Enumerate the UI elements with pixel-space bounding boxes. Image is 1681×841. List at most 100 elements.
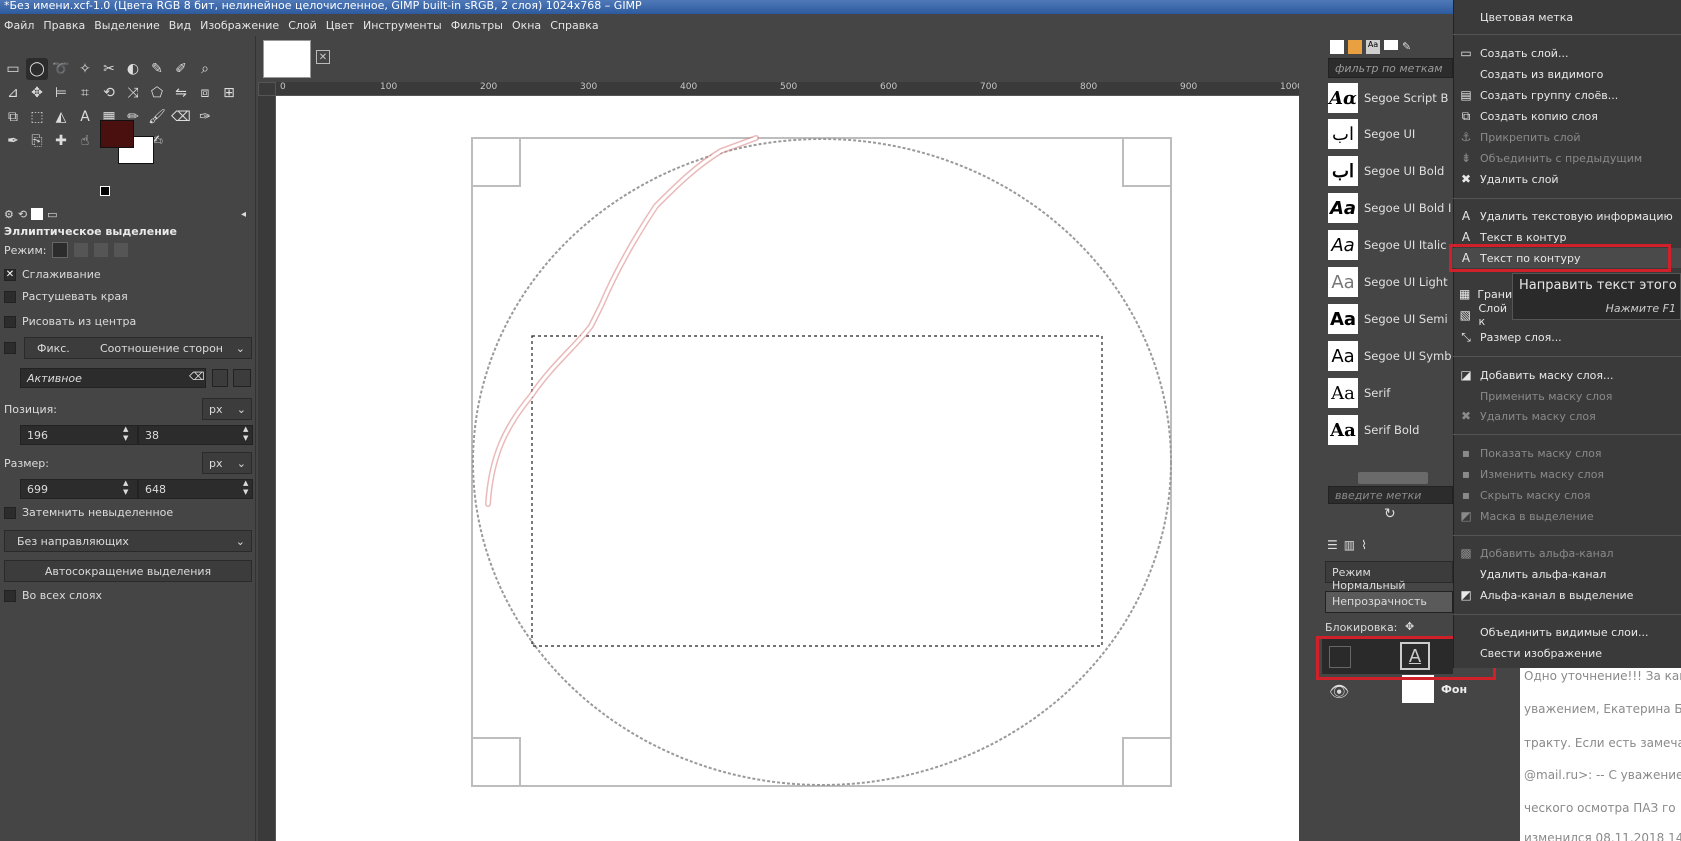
eye-icon[interactable]: 👁 <box>1329 682 1349 701</box>
font-list-scrollbar[interactable] <box>1358 472 1428 484</box>
menu-layer[interactable]: Слой <box>288 19 317 32</box>
transform-icon[interactable]: ⟲ <box>98 82 120 104</box>
from-center-checkbox[interactable] <box>4 315 16 328</box>
font-row[interactable]: اب Segoe UI <box>1328 117 1453 151</box>
mail-line[interactable]: изменился 08.11.2018 14:28 <box>1524 831 1681 841</box>
refresh-icon[interactable]: ↻ <box>1384 506 1396 522</box>
guides-combo[interactable]: Без направляющих ⌄ <box>4 530 252 552</box>
mail-line[interactable]: ческого осмотра ПАЗ го <box>1524 801 1681 815</box>
ruler-corner-icon[interactable] <box>258 82 276 96</box>
menu-apply-layer-mask[interactable]: Применить маску слоя <box>1453 386 1681 406</box>
paths-icon[interactable]: ✎ <box>146 58 168 80</box>
close-image-icon[interactable]: ✕ <box>316 50 330 64</box>
menu-layer-size[interactable]: ⤡ Размер слоя... <box>1453 327 1681 347</box>
flip-icon[interactable]: ⇋ <box>170 82 192 104</box>
size-width-input[interactable]: 699 <box>20 479 138 499</box>
pattern-tab-icon[interactable] <box>1348 40 1362 54</box>
font-row[interactable]: Aa Serif Bold <box>1328 413 1453 447</box>
position-x-input[interactable]: 196 <box>20 425 138 445</box>
undo-history-tab-icon[interactable]: ⟲ <box>18 208 27 221</box>
ink-icon[interactable]: ✒ <box>2 130 24 152</box>
mail-line[interactable]: @mail.ru>: -- С уважением, М <box>1524 768 1681 782</box>
menu-alpha-to-selection[interactable]: ◩ Альфа-канал в выделение <box>1453 585 1681 605</box>
fuzzy-select-icon[interactable]: ✧ <box>74 58 96 80</box>
menu-discard-text-info[interactable]: A Удалить текстовую информацию <box>1453 206 1681 226</box>
move-icon[interactable]: ✥ <box>26 82 48 104</box>
menu-flatten-image[interactable]: Свести изображение <box>1453 643 1681 663</box>
tool-preset-icon[interactable]: ✎ <box>1402 40 1411 54</box>
menu-merge-visible[interactable]: Объединить видимые слои... <box>1453 622 1681 642</box>
antialias-checkbox[interactable]: ✕ <box>4 268 16 281</box>
fixed-ratio-combo[interactable]: Фикс. Соотношение сторон ⌄ <box>24 337 252 359</box>
crop-icon[interactable]: ⌗ <box>74 82 96 104</box>
image-thumbnail[interactable] <box>263 40 311 78</box>
menu-layer-to-image-size[interactable]: ▧ Слой к <box>1453 302 1513 328</box>
clone-icon[interactable]: ⎘ <box>26 130 48 152</box>
spin-arrows-icon[interactable]: ▲ ▼ <box>123 425 128 443</box>
foreground-select-icon[interactable]: ◐ <box>122 58 144 80</box>
paintbrush-icon[interactable]: 🖌 <box>146 106 168 128</box>
channels-tab-icon[interactable]: ▥ <box>1344 538 1355 552</box>
font-tags-input[interactable]: введите метки <box>1328 486 1453 504</box>
menu-delete-layer[interactable]: ✖ Удалить слой <box>1453 169 1681 189</box>
menu-disable-layer-mask[interactable]: ▪ Скрыть маску слоя <box>1453 485 1681 505</box>
menu-edit-layer-mask[interactable]: ▪ Изменить маску слоя <box>1453 464 1681 484</box>
perspective-icon[interactable]: ⧈ <box>194 82 216 104</box>
size-unit-combo[interactable]: px ⌄ <box>202 452 252 474</box>
font-row[interactable]: Aa Segoe UI Italic <box>1328 228 1453 262</box>
paste-icon[interactable] <box>212 369 228 387</box>
text-tool-icon[interactable]: A <box>74 106 96 128</box>
docs-tab-icon[interactable] <box>1384 40 1398 50</box>
rect-selection[interactable] <box>531 335 1103 647</box>
paths-tab-icon[interactable]: ⌇ <box>1361 538 1367 552</box>
tool-options-tab-icon[interactable]: ⚙ <box>4 208 14 221</box>
smudge-icon[interactable]: ☝ <box>74 130 96 152</box>
font-row[interactable]: Aa Segoe UI Symb <box>1328 339 1453 373</box>
font-row[interactable]: Aa Serif <box>1328 376 1453 410</box>
mail-line[interactable]: уважением, Екатерина Белов <box>1524 702 1681 716</box>
ellipse-selection[interactable] <box>472 138 1172 786</box>
lasso-icon[interactable]: ➰ <box>50 58 72 80</box>
font-row[interactable]: Aa Segoe UI Bold I <box>1328 191 1453 225</box>
position-y-input[interactable]: 38 <box>138 425 253 445</box>
device-status-tab-icon[interactable]: ▭ <box>47 208 57 221</box>
layer-mode-combo[interactable]: Режим Нормальный <box>1325 561 1453 592</box>
heal-icon[interactable]: ✚ <box>50 130 72 152</box>
panel-menu-icon[interactable]: ◂ <box>241 209 246 220</box>
active-field[interactable]: Активное <box>20 368 206 388</box>
preview-icon[interactable] <box>233 369 251 387</box>
font-row[interactable]: اب Segoe UI Bold <box>1328 154 1453 188</box>
image-canvas[interactable] <box>276 96 1299 841</box>
menu-layer-boundary[interactable]: ▦ Границ <box>1453 284 1520 304</box>
scissors-icon[interactable]: ✂ <box>98 58 120 80</box>
ellipse-select-icon[interactable]: ◯ <box>26 58 48 80</box>
menu-add-alpha[interactable]: ▩ Добавить альфа-канал <box>1453 543 1681 563</box>
menu-view[interactable]: Вид <box>169 19 191 32</box>
cage-icon[interactable]: ⬠ <box>146 82 168 104</box>
spin-arrows-icon[interactable]: ▲ ▼ <box>123 479 128 497</box>
mail-line[interactable]: тракту. Если есть замечания- <box>1524 736 1681 750</box>
menu-add-layer-mask[interactable]: ◪ Добавить маску слоя... <box>1453 365 1681 385</box>
mode-add-icon[interactable] <box>74 243 89 257</box>
rect-select-icon[interactable]: ▭ <box>2 58 24 80</box>
autoshrink-button[interactable]: Автосокращение выделения <box>4 560 252 582</box>
warp-icon[interactable]: ⤨ <box>122 82 144 104</box>
menu-duplicate-layer[interactable]: ⧉ Создать копию слоя <box>1453 106 1681 126</box>
menu-help[interactable]: Справка <box>550 19 598 32</box>
handle-transform-icon[interactable]: ⧉ <box>2 106 24 128</box>
menu-new-layer[interactable]: ▭ Создать слой... <box>1453 43 1681 63</box>
font-row[interactable]: Aa Segoe UI Light <box>1328 265 1453 299</box>
eraser-icon[interactable]: ⌫ <box>170 106 192 128</box>
background-layer-name[interactable]: Фон <box>1441 683 1467 696</box>
seamless-icon[interactable]: ⬚ <box>26 106 48 128</box>
font-row[interactable]: Aa Segoe UI Semi <box>1328 302 1453 336</box>
color-picker-icon[interactable]: ✐ <box>170 58 192 80</box>
brush-tab-icon[interactable] <box>1330 40 1344 54</box>
menu-new-from-visible[interactable]: Создать из видимого <box>1453 64 1681 84</box>
foreground-color-swatch[interactable] <box>100 120 134 148</box>
menu-edit[interactable]: Правка <box>43 19 85 32</box>
images-tab-icon[interactable] <box>31 208 44 220</box>
layers-tab-icon[interactable]: ☰ <box>1327 538 1338 552</box>
size-height-input[interactable]: 648 <box>138 479 253 499</box>
fonts-tab-icon[interactable]: Aa <box>1366 40 1380 54</box>
